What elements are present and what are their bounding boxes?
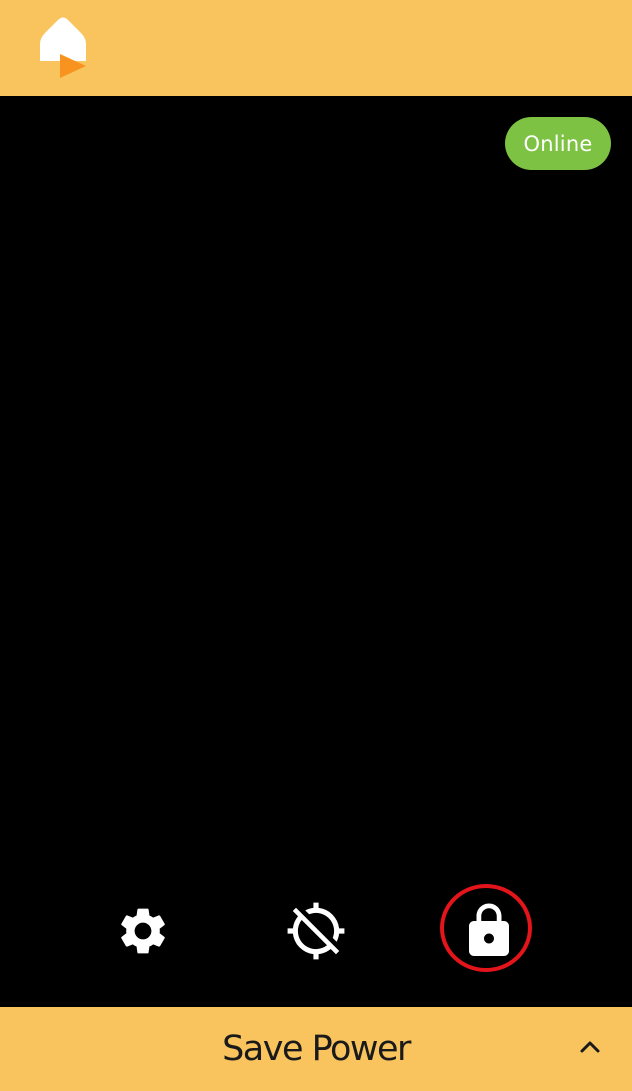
save-power-label: Save Power xyxy=(222,1029,411,1069)
home-play-logo-icon[interactable] xyxy=(38,16,88,78)
chevron-up-icon[interactable] xyxy=(578,1035,602,1059)
settings-button[interactable] xyxy=(98,886,188,976)
location-off-button[interactable] xyxy=(271,886,361,976)
gear-icon xyxy=(121,908,165,954)
location-off-icon xyxy=(287,902,345,960)
lock-button[interactable] xyxy=(440,884,534,976)
highlight-ring xyxy=(440,884,532,972)
control-bar xyxy=(0,884,632,976)
status-badge: Online xyxy=(505,117,611,170)
app-header xyxy=(0,0,632,96)
save-power-bar[interactable]: Save Power xyxy=(0,1007,632,1091)
camera-view: Online xyxy=(0,96,632,1007)
